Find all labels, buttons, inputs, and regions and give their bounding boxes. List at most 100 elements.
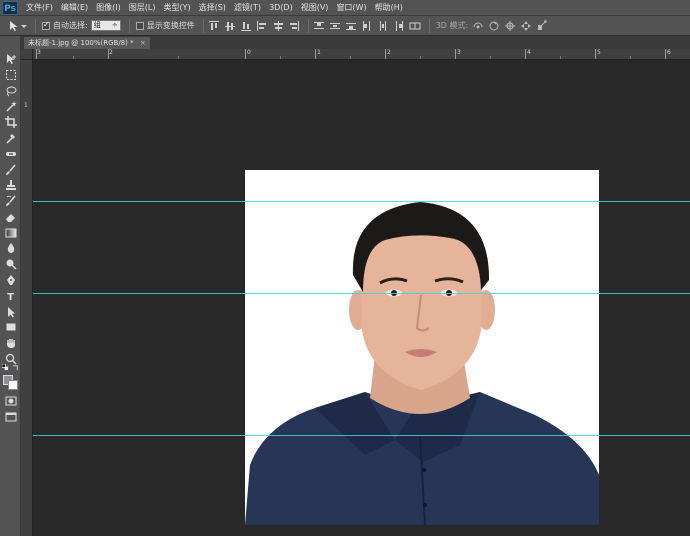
marquee-tool[interactable] (3, 69, 18, 83)
align-hcenter-icon[interactable] (272, 20, 284, 32)
distribute-bottom-icon[interactable] (345, 20, 357, 32)
magic-wand-tool[interactable] (3, 100, 18, 114)
horizontal-ruler[interactable]: 3 2 0 1 2 3 4 5 6 (33, 49, 690, 60)
3d-slide-icon[interactable] (520, 20, 532, 32)
eyedropper-tool[interactable] (3, 132, 18, 146)
vertical-ruler[interactable]: 1 (21, 60, 33, 536)
align-left-icon[interactable] (256, 20, 268, 32)
rectangle-shape-icon (5, 321, 17, 335)
quick-mask-button[interactable] (3, 395, 18, 409)
ruler-label: 5 (597, 49, 601, 56)
quick-mask-icon (5, 395, 17, 409)
menu-file[interactable]: 文件(F) (26, 2, 53, 13)
tools-panel: T (0, 36, 21, 536)
align-bottom-icon[interactable] (240, 20, 252, 32)
3d-pan-icon[interactable] (504, 20, 516, 32)
healing-brush-tool[interactable] (3, 148, 18, 162)
align-vcenter-icon[interactable] (224, 20, 236, 32)
menu-help[interactable]: 帮助(H) (375, 2, 403, 13)
divider (128, 18, 130, 33)
photoshop-logo: Ps (2, 0, 18, 15)
move-tool-preset-icon[interactable] (8, 20, 20, 32)
move-tool[interactable] (3, 53, 18, 67)
options-bar: 自动选择: 组 显示变换控件 3D 模式: (0, 16, 690, 36)
menu-3d[interactable]: 3D(D) (269, 3, 293, 12)
auto-select-dropdown[interactable]: 组 (90, 20, 121, 31)
clone-stamp-tool[interactable] (3, 179, 18, 193)
canvas-area[interactable] (33, 60, 690, 536)
hand-tool-icon (5, 337, 17, 351)
background-color-swatch[interactable] (8, 380, 18, 390)
hand-tool[interactable] (3, 337, 18, 351)
ruler-origin[interactable] (21, 49, 33, 60)
guide-line[interactable] (33, 435, 690, 436)
divider (202, 18, 204, 33)
menu-select[interactable]: 选择(S) (199, 2, 226, 13)
crop-tool[interactable] (3, 116, 18, 130)
ruler-label: 6 (667, 49, 671, 56)
auto-align-icon[interactable] (409, 20, 421, 32)
brush-tool[interactable] (3, 164, 18, 178)
type-tool-icon: T (7, 291, 14, 303)
3d-scale-icon[interactable] (536, 20, 548, 32)
menu-type[interactable]: 类型(Y) (163, 2, 190, 13)
ruler-label: 1 (317, 49, 321, 56)
lasso-tool-icon (5, 85, 17, 99)
divider (35, 18, 36, 33)
menu-filter[interactable]: 滤镜(T) (234, 2, 261, 13)
guide-line[interactable] (33, 293, 690, 294)
type-tool[interactable]: T (3, 290, 18, 304)
distribute-left-icon[interactable] (361, 20, 373, 32)
menu-view[interactable]: 视图(V) (301, 2, 329, 13)
chevron-down-icon[interactable] (21, 20, 27, 32)
distribute-hcenter-icon[interactable] (377, 20, 389, 32)
menu-layer[interactable]: 图层(L) (129, 2, 156, 13)
portrait-image (245, 170, 599, 525)
ruler-label: 4 (527, 49, 531, 56)
distribute-right-icon[interactable] (393, 20, 405, 32)
clone-stamp-icon (5, 179, 17, 193)
show-transform-checkbox[interactable] (135, 21, 144, 30)
document-tab[interactable]: 未标题-1.jpg @ 100%(RGB/8) * × (24, 37, 150, 49)
document-photo[interactable] (245, 170, 599, 525)
distribute-top-icon[interactable] (313, 20, 325, 32)
rectangle-shape-tool[interactable] (3, 321, 18, 335)
path-selection-tool[interactable] (3, 306, 18, 320)
marquee-tool-icon (5, 69, 17, 83)
3d-rotate-icon[interactable] (472, 20, 484, 32)
eraser-icon (5, 211, 17, 225)
swap-arrow-icon (12, 364, 19, 373)
screen-mode-button[interactable] (3, 411, 18, 425)
swap-colors-button[interactable] (11, 364, 19, 372)
align-top-icon[interactable] (208, 20, 220, 32)
pen-tool-icon (5, 274, 17, 288)
document-tab-bar: 未标题-1.jpg @ 100%(RGB/8) * × (21, 36, 690, 49)
crop-tool-icon (4, 116, 17, 130)
lasso-tool[interactable] (3, 85, 18, 99)
dodge-tool[interactable] (3, 258, 18, 272)
close-tab-icon[interactable]: × (140, 39, 146, 47)
menu-edit[interactable]: 编辑(E) (61, 2, 88, 13)
history-brush-icon (5, 195, 17, 209)
default-colors-button[interactable] (1, 363, 9, 372)
eraser-tool[interactable] (3, 211, 18, 225)
pen-tool[interactable] (3, 274, 18, 288)
blur-tool[interactable] (3, 242, 18, 256)
distribute-vcenter-icon[interactable] (329, 20, 341, 32)
menu-image[interactable]: 图像(I) (96, 2, 121, 13)
auto-select-option[interactable]: 自动选择: 组 (42, 20, 121, 31)
3d-roll-icon[interactable] (488, 20, 500, 32)
auto-select-checkbox[interactable] (42, 20, 50, 30)
align-right-icon[interactable] (288, 20, 300, 32)
ruler-label: 3 (457, 49, 461, 56)
history-brush-tool[interactable] (3, 195, 18, 209)
gradient-tool[interactable] (3, 227, 18, 241)
ruler-label: 2 (387, 49, 391, 56)
dodge-icon (5, 258, 17, 272)
magic-wand-icon (5, 100, 17, 114)
show-transform-label: 显示变换控件 (146, 21, 195, 30)
show-transform-option[interactable]: 显示变换控件 (135, 20, 195, 31)
menu-window[interactable]: 窗口(W) (336, 2, 366, 13)
guide-line[interactable] (33, 201, 690, 202)
move-tool-icon (5, 53, 17, 67)
